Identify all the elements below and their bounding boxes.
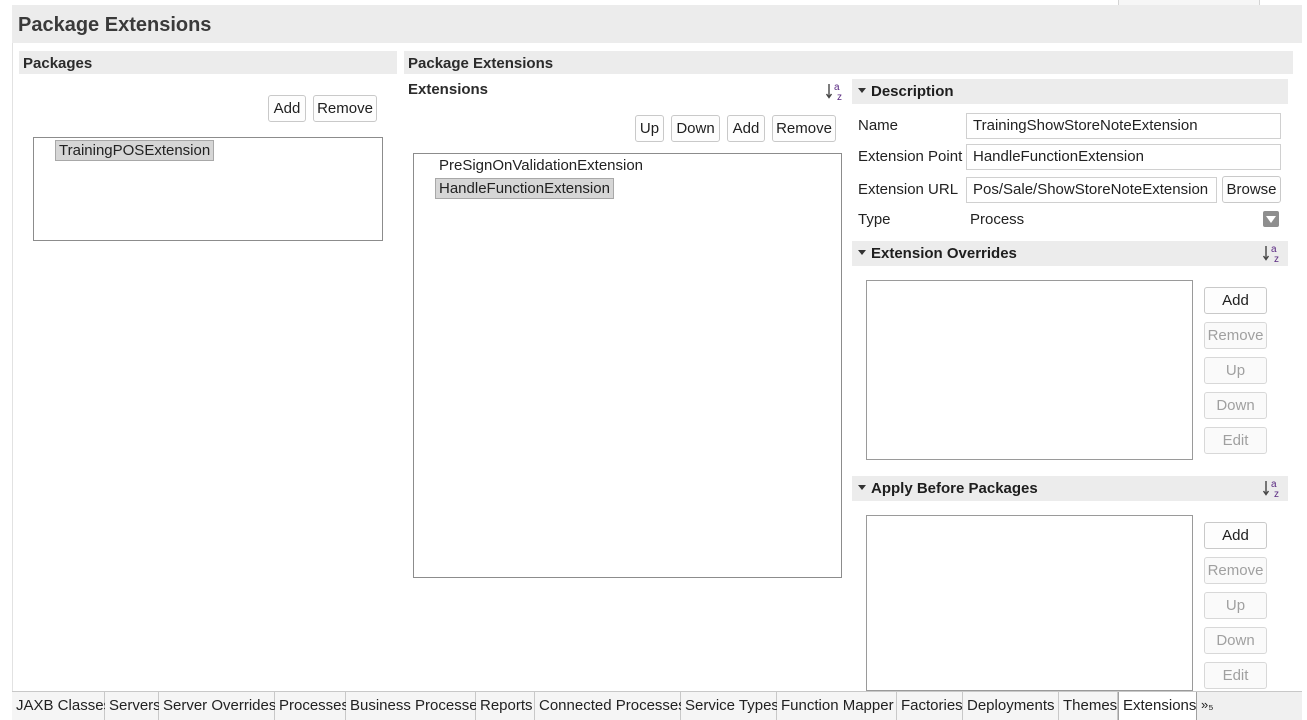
package-extensions-header-label: Package Extensions [408,55,554,72]
tab-themes[interactable]: Themes [1059,692,1118,720]
collapse-triangle-icon [858,250,866,255]
collapse-triangle-icon [858,88,866,93]
extension-url-label: Extension URL [858,181,959,198]
packages-header-label: Packages [23,55,93,72]
packages-add-button[interactable]: Add [268,95,306,122]
browse-button[interactable]: Browse [1222,176,1281,203]
overrides-down-button[interactable]: Down [1204,392,1267,419]
sort-alpha-icon[interactable]: a z [1263,243,1283,263]
tab-overflow-chevron-icon[interactable]: »₅ [1197,692,1227,720]
svg-text:z: z [1274,489,1279,498]
overrides-edit-button[interactable]: Edit [1204,427,1267,454]
tab-jaxb-classes[interactable]: JAXB Classes [12,692,111,720]
sort-alpha-icon[interactable]: a z [1263,478,1283,498]
package-item[interactable]: TrainingPOSExtension [55,140,215,161]
extension-overrides-list[interactable] [866,280,1193,460]
extension-item[interactable]: PreSignOnValidationExtension [436,156,646,175]
collapse-triangle-icon [858,485,866,490]
extension-point-field[interactable]: HandleFunctionExtension [966,144,1281,170]
editor-tab-bar: JAXB Classes Servers Server Overrides Pr… [12,691,1302,720]
extension-point-label: Extension Point [858,148,963,165]
name-label: Name [858,117,899,134]
type-label: Type [858,211,891,228]
extension-overrides-header-label: Extension Overrides [871,245,1017,262]
tab-reports[interactable]: Reports [476,692,535,720]
package-extensions-header: Package Extensions [404,51,1293,74]
extensions-down-button[interactable]: Down [671,115,720,142]
page-title: Package Extensions [18,14,212,36]
name-field[interactable]: TrainingShowStoreNoteExtension [966,113,1281,139]
packages-header: Packages [19,51,397,74]
tab-service-types[interactable]: Service Types [681,692,779,720]
tab-factories[interactable]: Factories [897,692,963,720]
overrides-up-button[interactable]: Up [1204,357,1267,384]
apply-before-remove-button[interactable]: Remove [1204,557,1267,584]
extension-item[interactable]: HandleFunctionExtension [435,178,614,199]
sort-alpha-icon[interactable]: a z [826,81,846,101]
apply-before-down-button[interactable]: Down [1204,627,1267,654]
extensions-up-button[interactable]: Up [635,115,664,142]
tab-servers[interactable]: Servers [105,692,161,720]
svg-text:z: z [1274,254,1279,263]
description-header[interactable]: Description [852,79,1288,104]
apply-before-list[interactable] [866,515,1193,691]
packages-list[interactable]: TrainingPOSExtension [33,137,383,241]
packages-remove-button[interactable]: Remove [313,95,377,122]
description-header-label: Description [871,83,954,100]
extensions-remove-button[interactable]: Remove [772,115,836,142]
svg-text:z: z [837,92,842,101]
dropdown-arrow-icon[interactable] [1263,211,1279,227]
overrides-remove-button[interactable]: Remove [1204,322,1267,349]
left-divider [12,43,13,691]
tab-processes[interactable]: Processes [275,692,349,720]
extensions-list[interactable]: PreSignOnValidationExtension HandleFunct… [413,153,842,578]
extensions-add-button[interactable]: Add [727,115,765,142]
apply-before-add-button[interactable]: Add [1204,522,1267,549]
apply-before-header-label: Apply Before Packages [871,480,1038,497]
tab-deployments[interactable]: Deployments [963,692,1059,720]
tab-server-overrides[interactable]: Server Overrides [159,692,276,720]
tab-extensions[interactable]: Extensions [1118,692,1197,720]
extension-url-field[interactable]: Pos/Sale/ShowStoreNoteExtension [966,177,1217,203]
page-header: Package Extensions [12,5,1302,43]
tab-business-processes[interactable]: Business Processes [346,692,485,720]
apply-before-header[interactable]: Apply Before Packages [852,476,1288,501]
extension-overrides-header[interactable]: Extension Overrides [852,241,1288,266]
tab-function-mapper[interactable]: Function Mapper [777,692,897,720]
apply-before-up-button[interactable]: Up [1204,592,1267,619]
type-select[interactable]: Process [970,211,1024,228]
overrides-add-button[interactable]: Add [1204,287,1267,314]
extensions-label: Extensions [408,81,489,98]
apply-before-edit-button[interactable]: Edit [1204,662,1267,689]
tab-connected-processes[interactable]: Connected Processes [535,692,686,720]
